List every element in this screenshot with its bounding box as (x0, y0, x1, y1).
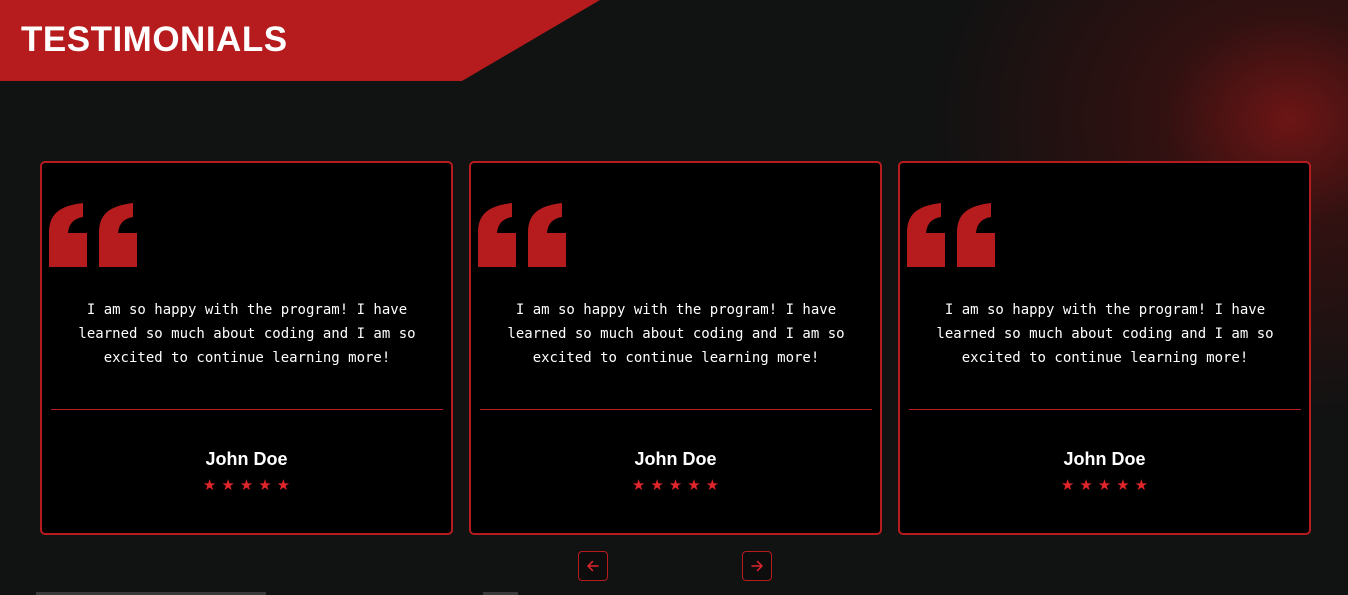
quote-icon (907, 203, 995, 267)
card-divider (51, 409, 443, 410)
star-rating: ★★★★★ (1060, 476, 1154, 494)
star-rating: ★★★★★ (631, 476, 725, 494)
testimonial-text: I am so happy with the program! I have l… (78, 302, 416, 366)
testimonial-author: John Doe (205, 449, 288, 469)
testimonial-card: I am so happy with the program! I have l… (40, 161, 453, 535)
testimonial-text: I am so happy with the program! I have l… (936, 302, 1274, 366)
quote-icon (478, 203, 566, 267)
card-divider (480, 409, 872, 410)
testimonial-text: I am so happy with the program! I have l… (507, 302, 845, 366)
testimonial-author: John Doe (1063, 449, 1146, 469)
next-button[interactable] (742, 551, 772, 581)
card-divider (909, 409, 1301, 410)
testimonial-card: I am so happy with the program! I have l… (469, 161, 882, 535)
quote-icon (49, 203, 137, 267)
testimonial-card: I am so happy with the program! I have l… (898, 161, 1311, 535)
testimonial-author: John Doe (634, 449, 717, 469)
arrow-right-icon (751, 560, 763, 572)
prev-button[interactable] (578, 551, 608, 581)
star-rating: ★★★★★ (202, 476, 296, 494)
page-title: TESTIMONIALS (21, 20, 288, 59)
arrow-left-icon (587, 560, 599, 572)
